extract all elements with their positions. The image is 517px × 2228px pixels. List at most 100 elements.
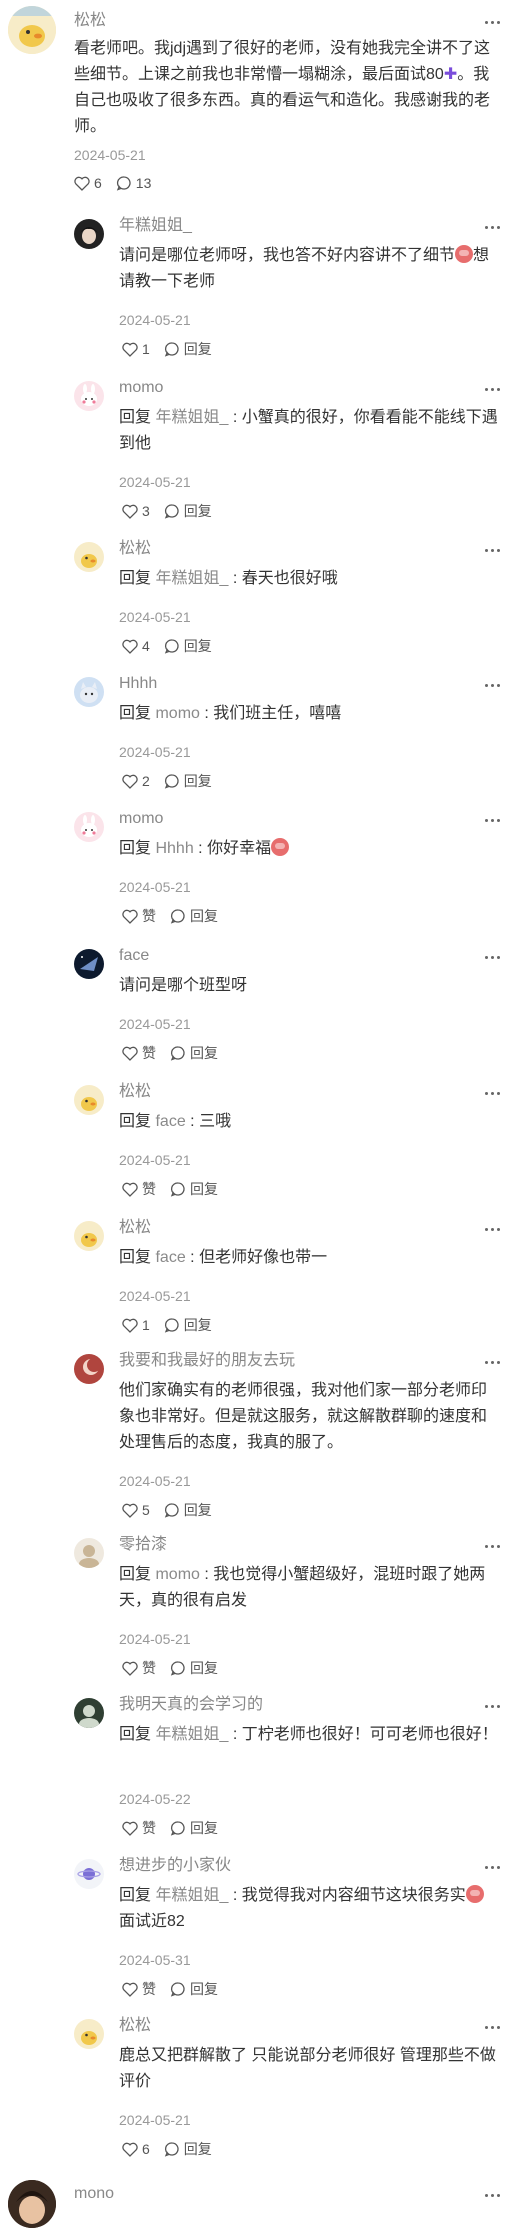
reply-author[interactable]: 我要和我最好的朋友去玩: [119, 1350, 295, 1372]
reply-author[interactable]: momo: [119, 808, 163, 830]
reply-author[interactable]: momo: [119, 377, 163, 399]
avatar[interactable]: [74, 1221, 104, 1251]
reply-prefix: 回复: [119, 705, 152, 722]
comment-bubble-icon: [164, 774, 179, 789]
avatar[interactable]: [74, 2019, 104, 2049]
reply-button[interactable]: 回复: [164, 2139, 212, 2159]
reply-target[interactable]: face: [155, 1249, 185, 1266]
reply-target[interactable]: momo: [155, 705, 199, 722]
reply-target[interactable]: 年糕姐姐_: [155, 409, 228, 426]
reply-prefix: 回复: [119, 1113, 152, 1130]
more-options-icon[interactable]: [481, 1224, 503, 1234]
reply-prefix: 回复: [119, 1566, 152, 1583]
more-options-icon[interactable]: [481, 680, 503, 690]
more-options-icon[interactable]: [481, 1088, 503, 1098]
reply-actions: 赞 回复: [122, 906, 232, 926]
reply-author[interactable]: face: [119, 945, 149, 967]
avatar[interactable]: [74, 1354, 104, 1384]
comment-author[interactable]: mono: [74, 2183, 114, 2205]
comment-bubble-icon: [164, 2142, 179, 2157]
comment-bubble-icon: [170, 1821, 185, 1836]
reply-button[interactable]: 回复: [170, 1818, 218, 1838]
cross-emoji-icon: ✚: [443, 66, 458, 83]
reply-button[interactable]: 回复: [170, 1658, 218, 1678]
more-options-icon[interactable]: [481, 384, 503, 394]
reply-author[interactable]: 松松: [119, 538, 151, 560]
reply-author[interactable]: 松松: [119, 1081, 151, 1103]
like-button[interactable]: 赞: [122, 1043, 156, 1063]
like-count: 6: [142, 2141, 150, 2157]
reply-button[interactable]: 回复: [164, 771, 212, 791]
like-button[interactable]: 赞: [122, 906, 156, 926]
like-button[interactable]: 4: [122, 638, 150, 654]
reply-button[interactable]: 回复: [164, 339, 212, 359]
reply-button[interactable]: 回复: [170, 1979, 218, 1999]
reply-author[interactable]: Hhhh: [119, 673, 157, 695]
reply-button[interactable]: 回复: [170, 906, 218, 926]
reply-button[interactable]: 回复: [164, 636, 212, 656]
more-options-icon[interactable]: [481, 1862, 503, 1872]
reply-button[interactable]: 回复: [170, 1043, 218, 1063]
reply-target[interactable]: 年糕姐姐_: [155, 1726, 228, 1743]
like-button[interactable]: 赞: [122, 1818, 156, 1838]
reply-target[interactable]: Hhhh: [155, 840, 193, 857]
reply-author[interactable]: 松松: [119, 2015, 151, 2037]
reply-body: 请问是哪个班型呀: [119, 977, 248, 994]
avatar[interactable]: [74, 542, 104, 572]
like-button[interactable]: 赞: [122, 1658, 156, 1678]
avatar[interactable]: [74, 219, 104, 249]
like-button[interactable]: 2: [122, 773, 150, 789]
like-count: 4: [142, 638, 150, 654]
reply-button[interactable]: 回复: [164, 1500, 212, 1520]
reply-button[interactable]: 回复: [170, 1179, 218, 1199]
more-options-icon[interactable]: [481, 17, 503, 27]
more-options-icon[interactable]: [481, 952, 503, 962]
avatar[interactable]: [74, 949, 104, 979]
reply-author[interactable]: 年糕姐姐_: [119, 215, 192, 237]
more-options-icon[interactable]: [481, 545, 503, 555]
reply-target[interactable]: face: [155, 1113, 185, 1130]
reply-target[interactable]: 年糕姐姐_: [155, 1887, 228, 1904]
reply-text: 请问是哪个班型呀: [119, 973, 499, 999]
like-button[interactable]: 赞: [122, 1179, 156, 1199]
like-button[interactable]: 6: [122, 2141, 150, 2157]
like-button[interactable]: 1: [122, 1317, 150, 1333]
more-options-icon[interactable]: [481, 1701, 503, 1711]
reply-author[interactable]: 想进步的小家伙: [119, 1855, 231, 1877]
avatar[interactable]: [74, 1698, 104, 1728]
comment-button[interactable]: 13: [116, 175, 151, 191]
reply-target[interactable]: 年糕姐姐_: [155, 570, 228, 587]
avatar[interactable]: [74, 677, 104, 707]
reply-button[interactable]: 回复: [164, 1315, 212, 1335]
avatar[interactable]: [8, 2180, 56, 2228]
like-button[interactable]: 6: [74, 175, 102, 191]
reply-author[interactable]: 我明天真的会学习的: [119, 1694, 263, 1716]
reply-author[interactable]: 松松: [119, 1217, 151, 1239]
like-button[interactable]: 1: [122, 341, 150, 357]
avatar[interactable]: [74, 1085, 104, 1115]
like-button[interactable]: 赞: [122, 1979, 156, 1999]
more-options-icon[interactable]: [481, 222, 503, 232]
comment-author[interactable]: 松松: [74, 10, 106, 32]
avatar[interactable]: [74, 381, 104, 411]
reply-text: 鹿总又把群解散了 只能说部分老师很好 管理那些不做评价: [119, 2043, 499, 2095]
avatar[interactable]: [74, 812, 104, 842]
like-button[interactable]: 3: [122, 503, 150, 519]
more-options-icon[interactable]: [481, 1357, 503, 1367]
sticker-emoji-icon: [465, 1885, 484, 1903]
comment-text-part: 看老师吧。我jdj遇到了很好的老师，没有她我完全讲不了这些细节。上课之前我也非常…: [74, 40, 491, 83]
more-options-icon[interactable]: [481, 1541, 503, 1551]
more-options-icon[interactable]: [481, 815, 503, 825]
reply-body: 鹿总又把群解散了 只能说部分老师很好 管理那些不做评价: [119, 2047, 496, 2090]
avatar[interactable]: [8, 6, 56, 54]
avatar[interactable]: [74, 1538, 104, 1568]
reply-button[interactable]: 回复: [164, 501, 212, 521]
avatar[interactable]: [74, 1859, 104, 1889]
like-button[interactable]: 5: [122, 1502, 150, 1518]
comment-bubble-icon: [116, 176, 131, 191]
reply-author[interactable]: 零拾漆: [119, 1534, 167, 1556]
more-options-icon[interactable]: [481, 2022, 503, 2032]
more-options-icon[interactable]: [481, 2190, 503, 2200]
reply-target[interactable]: momo: [155, 1566, 199, 1583]
like-count: 赞: [142, 1660, 156, 1676]
